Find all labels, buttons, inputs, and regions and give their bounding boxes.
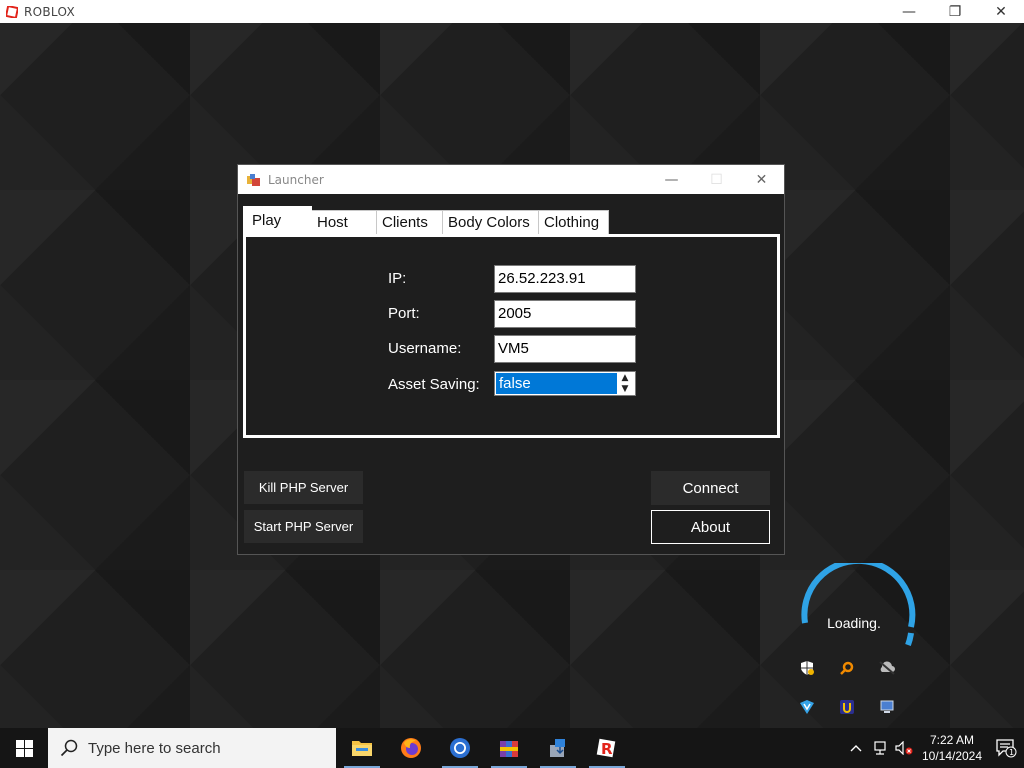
- window-title: ROBLOX: [24, 4, 75, 19]
- launcher-maximize-button[interactable]: ☐: [694, 165, 739, 194]
- winrar-icon: [500, 741, 518, 757]
- search-placeholder: Type here to search: [88, 739, 221, 757]
- window-controls: — ❐ ✕: [886, 0, 1024, 23]
- show-hidden-icons-chevron-icon[interactable]: [844, 744, 868, 752]
- asset-saving-spinner[interactable]: ▲ ▼: [617, 373, 633, 394]
- outer-titlebar: ROBLOX — ❐ ✕: [0, 0, 1024, 23]
- defender-warning-icon[interactable]: [798, 659, 816, 677]
- username-label: Username:: [388, 340, 462, 357]
- tab-play[interactable]: Play: [243, 206, 312, 234]
- u-app-icon[interactable]: [838, 698, 856, 716]
- tab-host[interactable]: Host: [311, 210, 377, 234]
- taskbar-roblox[interactable]: R: [583, 728, 631, 768]
- system-tray: 7:22 AM 10/14/2024 1: [844, 728, 1024, 768]
- network-monitor-icon[interactable]: [878, 698, 896, 716]
- username-field[interactable]: VM5: [494, 335, 636, 363]
- launcher-tabs: Play Host Clients Body Colors Clothing: [243, 206, 609, 234]
- action-center-button[interactable]: 1: [988, 728, 1024, 768]
- tab-clients[interactable]: Clients: [376, 210, 443, 234]
- launcher-app-icon: [247, 173, 261, 187]
- taskbar-firefox[interactable]: [387, 728, 435, 768]
- taskbar-winrar[interactable]: [485, 728, 533, 768]
- loading-text: Loading.: [827, 615, 881, 631]
- windows-logo-icon: [15, 739, 33, 757]
- taskbar-file-explorer[interactable]: [338, 728, 386, 768]
- roblox-icon: R: [596, 738, 616, 758]
- play-tab-panel: IP: 26.52.223.91 Port: 2005 Username: VM…: [243, 234, 780, 438]
- chrome-icon: [450, 738, 470, 758]
- network-icon[interactable]: [868, 741, 892, 755]
- window-close-button[interactable]: ✕: [978, 0, 1024, 23]
- installer-icon: [550, 739, 565, 757]
- taskbar-installer[interactable]: [534, 728, 582, 768]
- start-button[interactable]: [0, 728, 48, 768]
- clock-date: 10/14/2024: [921, 749, 983, 763]
- spinner-up-icon[interactable]: ▲: [622, 373, 629, 383]
- spinner-down-icon[interactable]: ▼: [622, 384, 629, 394]
- volume-muted-icon[interactable]: [892, 741, 916, 755]
- asset-saving-value: false: [496, 373, 617, 394]
- port-field[interactable]: 2005: [494, 300, 636, 328]
- cloud-off-icon[interactable]: [878, 659, 896, 677]
- about-button[interactable]: About: [651, 510, 770, 544]
- window-restore-button[interactable]: ❐: [932, 0, 978, 23]
- tab-body-colors[interactable]: Body Colors: [442, 210, 539, 234]
- asset-saving-label: Asset Saving:: [388, 376, 480, 393]
- search-tool-icon[interactable]: [838, 659, 856, 677]
- file-explorer-icon: [352, 741, 372, 756]
- taskbar-search-box[interactable]: Type here to search: [48, 728, 336, 768]
- tab-clothing[interactable]: Clothing: [538, 210, 609, 234]
- clock-time: 7:22 AM: [929, 733, 975, 747]
- start-php-server-button[interactable]: Start PHP Server: [244, 510, 363, 543]
- port-label: Port:: [388, 305, 420, 322]
- launcher-close-button[interactable]: ✕: [739, 165, 784, 194]
- connect-button[interactable]: Connect: [651, 471, 770, 505]
- taskbar-chrome[interactable]: [436, 728, 484, 768]
- ip-label: IP:: [388, 270, 407, 287]
- window-minimize-button[interactable]: —: [886, 0, 932, 23]
- launcher-window: Launcher — ☐ ✕ Play Host Clients Body Co…: [237, 164, 785, 555]
- ip-field[interactable]: 26.52.223.91: [494, 265, 636, 293]
- kill-php-server-button[interactable]: Kill PHP Server: [244, 471, 363, 504]
- launcher-controls: — ☐ ✕: [649, 165, 784, 194]
- taskbar-clock[interactable]: 7:22 AM 10/14/2024: [916, 732, 988, 764]
- tray-overflow: [790, 652, 910, 722]
- launcher-titlebar[interactable]: Launcher — ☐ ✕: [238, 165, 784, 194]
- launcher-title: Launcher: [268, 172, 324, 187]
- vpn-icon[interactable]: [798, 698, 816, 716]
- search-icon: [60, 739, 78, 757]
- firefox-icon: [401, 738, 421, 758]
- roblox-logo-icon: [5, 5, 19, 19]
- notification-count: 1: [1009, 748, 1014, 757]
- asset-saving-select[interactable]: false ▲ ▼: [494, 371, 636, 396]
- notification-icon: 1: [996, 739, 1017, 758]
- launcher-minimize-button[interactable]: —: [649, 165, 694, 194]
- svg-text:R: R: [601, 740, 613, 758]
